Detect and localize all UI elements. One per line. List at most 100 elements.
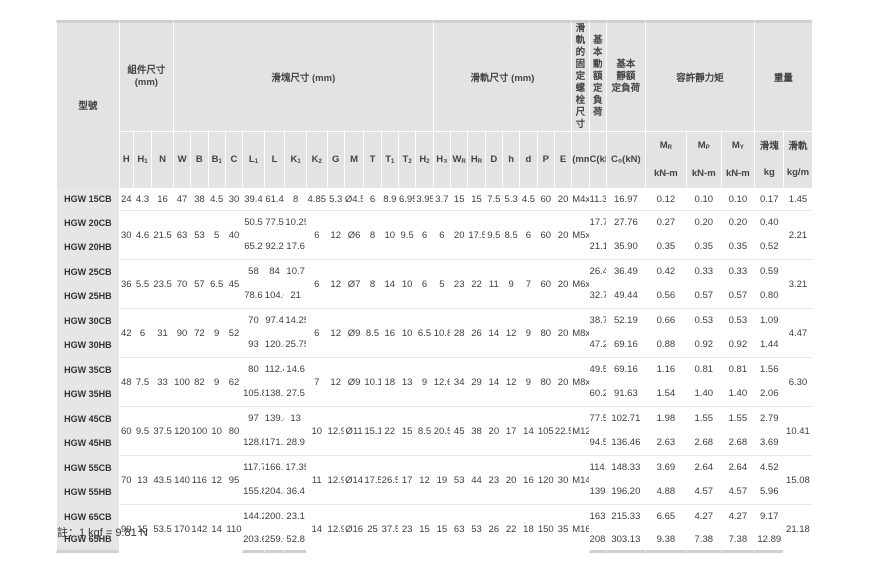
cell-h1: 7.5 [132,357,152,406]
col-header-c: C [224,132,243,187]
cell-d: 14 [484,308,502,357]
cell-h2: 6 [415,259,433,308]
cell-k1: 21 [284,283,306,308]
cell-c_kn: 139.35 [588,479,606,504]
cell-hr: 15 [467,187,485,210]
model-cell: HGW 20HB [56,234,119,259]
col-header-d: d [519,132,537,187]
cell-bolt: M8x25 [571,308,589,357]
cell-h: 12 [501,308,520,357]
cell-h: 70 [118,455,133,504]
cell-k1: 27.5 [284,381,306,406]
cell-l: 112.4 [263,357,285,382]
cell-bolt: M6x20 [571,259,589,308]
cell-mr: 2.63 [644,430,686,455]
cell-p: 150 [536,504,554,553]
cell-t2: 9.5 [397,210,416,259]
cell-my: 4.27 [720,504,755,529]
cell-b: 82 [190,357,208,406]
cell-b1: 5 [207,210,225,259]
cell-mp: 4.27 [685,504,721,529]
cell-h3: 3.7 [432,187,451,210]
cell-mr: 0.12 [644,187,686,210]
cell-h1: 4.6 [132,210,152,259]
cell-hr: 17.5 [467,210,485,259]
cell-t2: 10 [397,259,416,308]
cell-c_kn: 77.57 [588,406,606,431]
cell-kg: 0.52 [754,234,784,259]
cell-d: 26 [484,504,502,553]
col-header-p: P [536,132,554,187]
cell-l: 92.2 [263,234,285,259]
cell-k2: 7 [305,357,327,406]
cell-h1: 5.5 [132,259,152,308]
cell-e: 20 [553,187,572,210]
cell-g: 12 [326,210,344,259]
cell-c0_kn: 52.19 [605,308,645,333]
cell-h1: 9.5 [132,406,152,455]
cell-mp: 2.68 [685,430,721,455]
table-row: HGW 55CB701343.51401161295117.7166.717.3… [56,455,867,504]
cell-t: 15.1 [363,406,381,455]
cell-my: 1.40 [720,381,755,406]
cell-h: 9 [501,259,520,308]
cell-w: 100 [172,357,191,406]
cell-c: 80 [224,406,243,455]
cell-t1: 26.5 [380,455,398,504]
moment-header-mr: MR kN-m [644,132,686,187]
cell-mr: 0.88 [644,332,686,357]
cell-mr: 0.56 [644,283,686,308]
moment-header-mp: MP kN-m [685,132,721,187]
cell-kgm: 6.30 [783,357,812,406]
cell-l: 259.6 [263,528,285,553]
col-header-n: N [151,132,173,187]
cell-p: 80 [536,308,554,357]
cell-mp: 2.64 [685,455,721,480]
table-row: HGW 25CB 36 5.5 23.5 70 57 6.5 45 58 84 10.7 6 12 Ø7 8… [56,259,867,308]
cell-k1: 10.25 [284,210,306,235]
cell-my: 7.38 [720,528,755,553]
cell-m: Ø16 [343,504,364,553]
cell-h: 60 [118,406,133,455]
cell-g: 12.9 [326,406,344,455]
cell-c: 110 [224,504,243,553]
cell-l: 166.7 [263,455,285,480]
cell-hr: 22 [467,259,485,308]
cell-l1: 93 [242,332,264,357]
cell-h: 8.5 [501,210,520,259]
cell-t1: 22 [380,406,398,455]
cell-h: 22 [501,504,520,553]
cell-kg: 2.79 [754,406,784,431]
cell-p: 105 [536,406,554,455]
model-cell: HGW 55HB [56,479,119,504]
cell-l: 77.5 [263,210,285,235]
cell-kg: 9.17 [754,504,784,529]
cell-kg: 2.06 [754,381,784,406]
cell-my: 0.33 [720,259,755,284]
cell-t1: 16 [380,308,398,357]
cell-l: 104.6 [263,283,285,308]
cell-kgm: 1.45 [783,187,812,210]
cell-hr: 26 [467,308,485,357]
col-header-t2: T2 [397,132,416,187]
cell-my: 1.55 [720,406,755,431]
cell-kg: 4.52 [754,455,784,480]
rail-bolt-header: 滑軌的 固定螺 栓尺寸 [571,20,589,132]
cell-m: Ø9 [343,308,364,357]
cell-kg: 1.09 [754,308,784,333]
cell-hr: 53 [467,504,485,553]
cell-c0_kn: 16.97 [605,187,645,210]
col-header-h2: H2 [415,132,433,187]
cell-l1: 128.8 [242,430,264,455]
col-header-h1: H1 [132,132,152,187]
table-row: HGW 65CB901553.517014214110144.2200.223.… [56,504,867,553]
cell-c_kn: 11.38 [588,187,606,210]
table-row: HGW 35CB487.5331008296280112.414.6712Ø91… [56,357,867,406]
cell-n: 31 [151,308,173,357]
cell-h: 48 [118,357,133,406]
cell-l1: 78.6 [242,283,264,308]
cell-my: 0.35 [720,234,755,259]
cell-l1: 155.8 [242,479,264,504]
cell-my: 0.53 [720,308,755,333]
cell-kgm: 15.08 [783,455,812,504]
